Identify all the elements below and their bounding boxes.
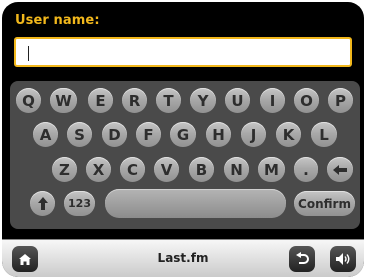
key-z[interactable]: Z <box>52 157 77 182</box>
arrow-up-icon <box>37 197 48 210</box>
key-x[interactable]: X <box>86 157 111 182</box>
confirm-button[interactable]: Confirm <box>294 191 355 216</box>
key-b[interactable]: B <box>189 157 214 182</box>
device-screen: User name: Q W E R T Y U I O P A S D F G… <box>2 2 364 277</box>
key-period[interactable]: . <box>294 157 318 182</box>
key-k[interactable]: K <box>276 122 301 147</box>
key-h[interactable]: H <box>206 122 231 147</box>
key-n[interactable]: N <box>224 157 249 182</box>
key-o[interactable]: O <box>294 88 319 113</box>
key-q[interactable]: Q <box>16 88 41 113</box>
user-name-label: User name: <box>15 13 100 28</box>
key-d[interactable]: D <box>102 122 127 147</box>
numbers-key[interactable]: 123 <box>64 191 95 216</box>
key-i[interactable]: I <box>260 88 285 113</box>
volume-button[interactable] <box>330 246 356 272</box>
volume-icon <box>336 253 350 265</box>
shift-key[interactable] <box>30 191 55 216</box>
key-m[interactable]: M <box>258 157 285 182</box>
key-f[interactable]: F <box>136 122 161 147</box>
key-w[interactable]: W <box>50 88 77 113</box>
key-u[interactable]: U <box>225 88 250 113</box>
key-g[interactable]: G <box>170 122 196 147</box>
bottom-bar: Last.fm <box>2 239 364 277</box>
user-name-input[interactable] <box>14 37 352 67</box>
back-button[interactable] <box>289 246 315 272</box>
key-v[interactable]: V <box>154 157 179 182</box>
on-screen-keyboard: Q W E R T Y U I O P A S D F G H J K L Z … <box>10 81 360 229</box>
key-c[interactable]: C <box>120 157 145 182</box>
key-j[interactable]: J <box>241 122 266 147</box>
key-t[interactable]: T <box>156 88 181 113</box>
key-r[interactable]: R <box>122 88 147 113</box>
space-bar[interactable] <box>105 189 286 218</box>
arrow-left-icon <box>333 164 347 175</box>
key-p[interactable]: P <box>328 88 353 113</box>
key-e[interactable]: E <box>88 88 113 113</box>
key-s[interactable]: S <box>67 122 92 147</box>
text-caret <box>28 46 29 61</box>
key-l[interactable]: L <box>311 122 337 147</box>
key-a[interactable]: A <box>33 122 58 147</box>
undo-icon <box>295 252 309 264</box>
key-y[interactable]: Y <box>190 88 216 113</box>
backspace-key[interactable] <box>327 157 353 182</box>
